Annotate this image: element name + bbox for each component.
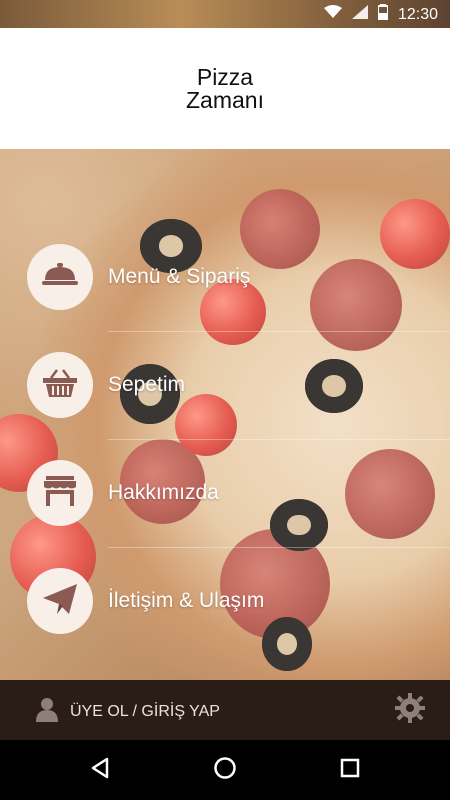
menu-item-label: Hakkımızda xyxy=(108,481,219,504)
cloche-icon xyxy=(42,262,78,292)
login-register-label: ÜYE OL / GİRİŞ YAP xyxy=(70,702,220,720)
menu-item-label: Sepetim xyxy=(108,373,186,396)
home-icon xyxy=(213,756,237,785)
back-button[interactable] xyxy=(86,756,114,784)
menu-item-label: Menü & Sipariş xyxy=(108,265,251,288)
app-logo: Pizza Zamanı xyxy=(186,63,264,113)
status-time: 12:30 xyxy=(397,5,438,23)
menu-item-icon-circle xyxy=(27,352,93,418)
storefront-icon xyxy=(43,475,77,511)
menu-item-order[interactable]: Menü & Sipariş xyxy=(0,223,450,331)
status-icons: 12:30 xyxy=(323,4,438,25)
status-bar: 12:30 xyxy=(0,0,450,28)
logo-line-2: Zamanı xyxy=(186,86,264,113)
main-menu: Menü & Sipariş Sepetim Hakkımızda İletiş… xyxy=(0,149,450,680)
bottom-bar: ÜYE OL / GİRİŞ YAP xyxy=(0,680,450,740)
menu-item-cart[interactable]: Sepetim xyxy=(0,331,450,439)
menu-item-icon-circle xyxy=(27,568,93,634)
battery-icon xyxy=(376,4,389,25)
back-icon xyxy=(89,757,111,784)
paper-plane-icon xyxy=(43,583,77,619)
menu-item-icon-circle xyxy=(27,244,93,310)
logo-line-1: Pizza xyxy=(196,63,254,90)
user-icon xyxy=(34,696,60,727)
menu-item-about[interactable]: Hakkımızda xyxy=(0,439,450,547)
wifi-icon xyxy=(323,5,342,24)
gear-icon xyxy=(395,692,425,728)
header: Pizza Zamanı xyxy=(0,28,450,149)
basket-icon xyxy=(42,368,78,403)
menu-item-contact[interactable]: İletişim & Ulaşım xyxy=(0,547,450,655)
signal-icon xyxy=(351,5,368,24)
navigation-bar xyxy=(0,740,450,800)
recents-button[interactable] xyxy=(336,756,364,784)
settings-button[interactable] xyxy=(394,692,426,728)
menu-item-label: İletişim & Ulaşım xyxy=(108,589,265,612)
login-register-button[interactable]: ÜYE OL / GİRİŞ YAP xyxy=(34,696,220,727)
recents-icon xyxy=(339,757,361,784)
menu-item-icon-circle xyxy=(27,460,93,526)
hero-background: Menü & Sipariş Sepetim Hakkımızda İletiş… xyxy=(0,149,450,680)
home-button[interactable] xyxy=(211,756,239,784)
